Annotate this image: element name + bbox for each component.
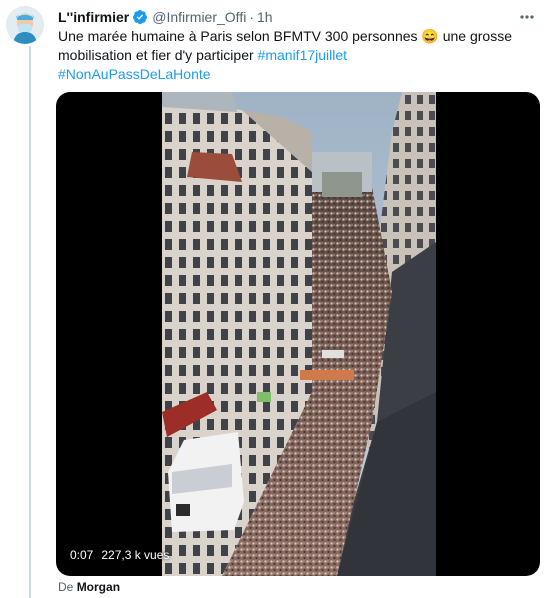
hashtag-link[interactable]: #NonAuPassDeLaHonte (58, 66, 211, 82)
source-credit: De Morgan (58, 580, 120, 594)
video-player[interactable]: 0:07 227,3 k vues (56, 92, 540, 576)
video-elapsed: 0:07 (70, 548, 94, 562)
hashtag-link[interactable]: #manif17juillet (258, 47, 348, 63)
tweet-time[interactable]: 1h (257, 9, 273, 25)
thread-line (29, 46, 31, 598)
avatar[interactable] (6, 6, 44, 44)
source-name[interactable]: Morgan (77, 580, 120, 594)
separator-dot: · (249, 9, 254, 25)
verified-badge-icon (132, 9, 148, 25)
more-options-icon[interactable] (518, 8, 536, 26)
source-label: De (58, 580, 74, 594)
author-handle[interactable]: @Infirmier_Offi (152, 9, 246, 25)
author-name[interactable]: L''infirmier (58, 9, 129, 25)
crowd-street-image (162, 92, 436, 576)
tweet-header: L''infirmier @Infirmier_Offi · 1h (58, 8, 273, 26)
video-meta: 0:07 227,3 k vues (70, 548, 169, 562)
video-frame[interactable] (162, 92, 436, 576)
video-views: 227,3 k vues (101, 548, 170, 562)
tweet-text: Une marée humaine à Paris selon BFMTV 30… (58, 27, 528, 84)
nurse-avatar-icon (6, 6, 44, 44)
